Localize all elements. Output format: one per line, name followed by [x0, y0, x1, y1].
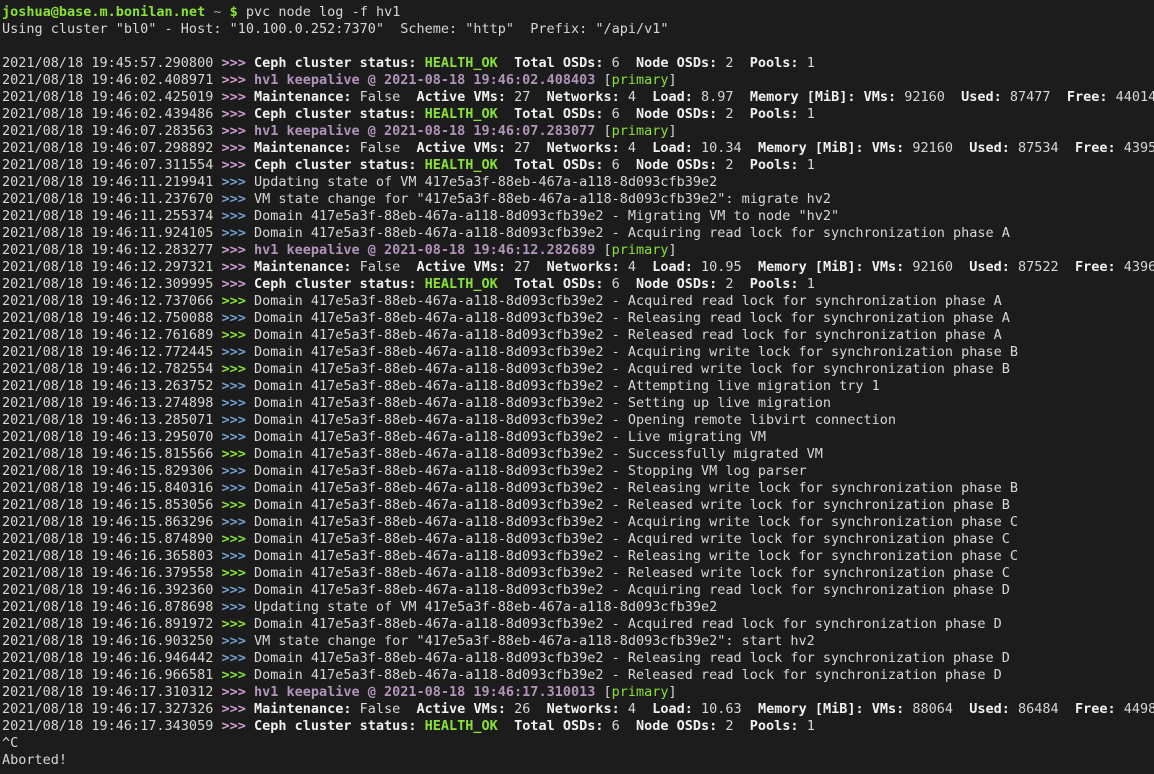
log-arrow-icon: >>>	[221, 259, 254, 275]
log-line: 2021/08/18 19:46:15.829306 >>> Domain 41…	[2, 463, 1154, 480]
prompt-line: joshua@base.m.bonilan.net ~ $ pvc node l…	[2, 4, 1154, 21]
log-line: 2021/08/18 19:46:12.750088 >>> Domain 41…	[2, 310, 1154, 327]
log-line: 2021/08/18 19:46:15.874890 >>> Domain 41…	[2, 531, 1154, 548]
log-arrow-icon: >>>	[221, 140, 254, 156]
log-arrow-icon: >>>	[221, 208, 254, 224]
prompt-symbol: $	[230, 4, 238, 20]
log-line: 2021/08/18 19:46:11.237670 >>> VM state …	[2, 191, 1154, 208]
log-line: 2021/08/18 19:46:11.219941 >>> Updating …	[2, 174, 1154, 191]
log-line: 2021/08/18 19:46:12.283277 >>> hv1 keepa…	[2, 242, 1154, 259]
log-line: 2021/08/18 19:46:17.310312 >>> hv1 keepa…	[2, 684, 1154, 701]
aborted-line: Aborted!	[2, 752, 1154, 769]
log-line: 2021/08/18 19:46:12.297321 >>> Maintenan…	[2, 259, 1154, 276]
log-arrow-icon: >>>	[221, 327, 254, 343]
blank-line	[2, 38, 1154, 55]
terminal-window[interactable]: joshua@base.m.bonilan.net ~ $ pvc node l…	[0, 0, 1154, 774]
log-line: 2021/08/18 19:46:12.737066 >>> Domain 41…	[2, 293, 1154, 310]
log-arrow-icon: >>>	[221, 701, 254, 717]
log-line: 2021/08/18 19:46:17.327326 >>> Maintenan…	[2, 701, 1154, 718]
log-arrow-icon: >>>	[221, 684, 254, 700]
log-line: 2021/08/18 19:46:13.295070 >>> Domain 41…	[2, 429, 1154, 446]
cluster-info-line: Using cluster "bl0" - Host: "10.100.0.25…	[2, 21, 1154, 38]
log-line: 2021/08/18 19:46:07.298892 >>> Maintenan…	[2, 140, 1154, 157]
log-arrow-icon: >>>	[221, 497, 254, 513]
log-line: 2021/08/18 19:46:15.815566 >>> Domain 41…	[2, 446, 1154, 463]
log-line: 2021/08/18 19:46:13.274898 >>> Domain 41…	[2, 395, 1154, 412]
log-arrow-icon: >>>	[221, 72, 254, 88]
log-line: 2021/08/18 19:45:57.290800 >>> Ceph clus…	[2, 55, 1154, 72]
log-arrow-icon: >>>	[221, 378, 254, 394]
log-arrow-icon: >>>	[221, 293, 254, 309]
log-line: 2021/08/18 19:46:02.425019 >>> Maintenan…	[2, 89, 1154, 106]
log-arrow-icon: >>>	[221, 565, 254, 581]
log-arrow-icon: >>>	[221, 667, 254, 683]
log-arrow-icon: >>>	[221, 446, 254, 462]
prompt-user-host: joshua@base.m.bonilan.net	[2, 4, 205, 20]
log-line: 2021/08/18 19:46:12.772445 >>> Domain 41…	[2, 344, 1154, 361]
log-line: 2021/08/18 19:46:16.946442 >>> Domain 41…	[2, 650, 1154, 667]
log-output: 2021/08/18 19:45:57.290800 >>> Ceph clus…	[2, 55, 1154, 735]
log-arrow-icon: >>>	[221, 191, 254, 207]
log-line: 2021/08/18 19:46:15.863296 >>> Domain 41…	[2, 514, 1154, 531]
log-line: 2021/08/18 19:46:02.439486 >>> Ceph clus…	[2, 106, 1154, 123]
log-arrow-icon: >>>	[221, 242, 254, 258]
log-line: 2021/08/18 19:46:16.903250 >>> VM state …	[2, 633, 1154, 650]
log-line: 2021/08/18 19:46:15.853056 >>> Domain 41…	[2, 497, 1154, 514]
log-arrow-icon: >>>	[221, 429, 254, 445]
log-line: 2021/08/18 19:46:16.392360 >>> Domain 41…	[2, 582, 1154, 599]
log-line: 2021/08/18 19:46:15.840316 >>> Domain 41…	[2, 480, 1154, 497]
log-arrow-icon: >>>	[221, 344, 254, 360]
log-line: 2021/08/18 19:46:11.255374 >>> Domain 41…	[2, 208, 1154, 225]
log-arrow-icon: >>>	[221, 582, 254, 598]
log-arrow-icon: >>>	[221, 633, 254, 649]
log-arrow-icon: >>>	[221, 89, 254, 105]
log-line: 2021/08/18 19:46:17.343059 >>> Ceph clus…	[2, 718, 1154, 735]
log-line: 2021/08/18 19:46:02.408971 >>> hv1 keepa…	[2, 72, 1154, 89]
log-arrow-icon: >>>	[221, 174, 254, 190]
log-arrow-icon: >>>	[221, 276, 254, 292]
log-arrow-icon: >>>	[221, 55, 254, 71]
log-arrow-icon: >>>	[221, 412, 254, 428]
log-arrow-icon: >>>	[221, 395, 254, 411]
log-line: 2021/08/18 19:46:12.782554 >>> Domain 41…	[2, 361, 1154, 378]
log-arrow-icon: >>>	[221, 650, 254, 666]
log-arrow-icon: >>>	[221, 310, 254, 326]
log-arrow-icon: >>>	[221, 480, 254, 496]
log-line: 2021/08/18 19:46:07.283563 >>> hv1 keepa…	[2, 123, 1154, 140]
typed-command: pvc node log -f hv1	[246, 4, 400, 20]
log-arrow-icon: >>>	[221, 599, 254, 615]
log-line: 2021/08/18 19:46:11.924105 >>> Domain 41…	[2, 225, 1154, 242]
log-line: 2021/08/18 19:46:12.309995 >>> Ceph clus…	[2, 276, 1154, 293]
log-line: 2021/08/18 19:46:07.311554 >>> Ceph clus…	[2, 157, 1154, 174]
log-line: 2021/08/18 19:46:16.379558 >>> Domain 41…	[2, 565, 1154, 582]
log-arrow-icon: >>>	[221, 616, 254, 632]
log-line: 2021/08/18 19:46:13.263752 >>> Domain 41…	[2, 378, 1154, 395]
log-arrow-icon: >>>	[221, 225, 254, 241]
log-line: 2021/08/18 19:46:16.891972 >>> Domain 41…	[2, 616, 1154, 633]
log-arrow-icon: >>>	[221, 123, 254, 139]
log-arrow-icon: >>>	[221, 361, 254, 377]
log-line: 2021/08/18 19:46:16.966581 >>> Domain 41…	[2, 667, 1154, 684]
log-arrow-icon: >>>	[221, 106, 254, 122]
log-line: 2021/08/18 19:46:12.761689 >>> Domain 41…	[2, 327, 1154, 344]
log-arrow-icon: >>>	[221, 514, 254, 530]
interrupt-line: ^C	[2, 735, 1154, 752]
log-arrow-icon: >>>	[221, 463, 254, 479]
log-arrow-icon: >>>	[221, 718, 254, 734]
log-arrow-icon: >>>	[221, 531, 254, 547]
log-line: 2021/08/18 19:46:13.285071 >>> Domain 41…	[2, 412, 1154, 429]
log-line: 2021/08/18 19:46:16.365803 >>> Domain 41…	[2, 548, 1154, 565]
log-line: 2021/08/18 19:46:16.878698 >>> Updating …	[2, 599, 1154, 616]
log-arrow-icon: >>>	[221, 548, 254, 564]
log-arrow-icon: >>>	[221, 157, 254, 173]
